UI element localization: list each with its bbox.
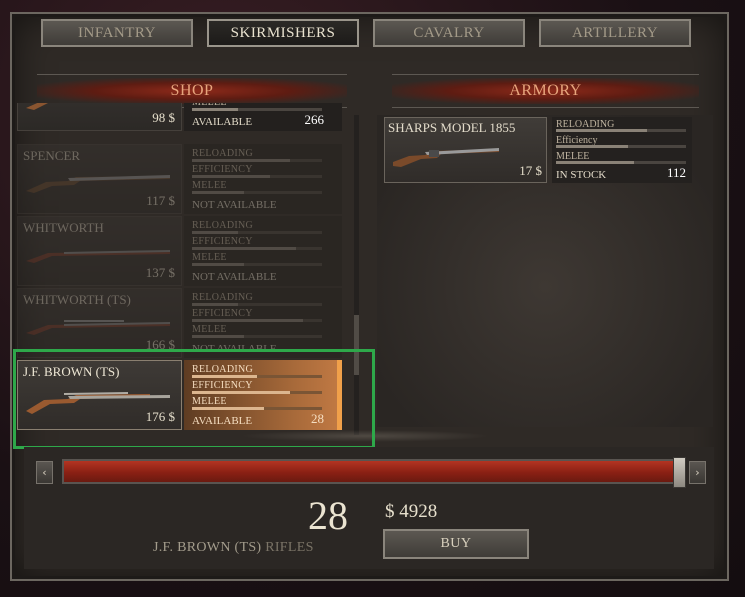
reloading-bar (192, 159, 322, 162)
shop-item-price: 117 $ (146, 193, 175, 208)
available-qty: 266 (304, 112, 325, 127)
quantity-slider[interactable] (62, 459, 680, 484)
melee-label: MELEE (192, 324, 227, 335)
selection-highlight-box (13, 349, 375, 449)
efficiency-bar (192, 247, 322, 250)
shop-item-price: 137 $ (145, 265, 175, 280)
efficiency-bar (192, 319, 322, 322)
armory-item[interactable]: SHARPS MODEL 1855 17 $ RELOADING Efficie… (384, 117, 698, 183)
shop-item-stats: RELOADING EFFICIENCY MELEE NOT AVAILABLE (184, 216, 342, 286)
shop-item-stats: RELOADING EFFICIENCY MELEE AVAILABLE 266 (184, 103, 342, 131)
availability-label: NOT AVAILABLE (192, 199, 277, 211)
melee-bar (192, 191, 322, 194)
shop-row[interactable]: WHITWORTH 137 $ RELOADING EFFICIENCY MEL… (17, 216, 350, 286)
shop-item-name: WHITWORTH (23, 220, 104, 235)
shop-item-card[interactable]: 98 $ (17, 103, 182, 131)
purchase-weapon-name: J.F. BROWN (TS) (153, 540, 262, 555)
melee-bar (192, 108, 322, 111)
melee-label: MELEE (192, 252, 227, 263)
armory-item-qty: 112 (666, 165, 686, 180)
shop-item-name: SPENCER (23, 148, 81, 163)
shop-item-price: 98 $ (152, 110, 175, 125)
purchase-weapon-suffix: RIFLES (265, 540, 314, 555)
efficiency-label: EFFICIENCY (192, 164, 253, 175)
armory-melee-bar (556, 161, 686, 164)
armory-item-stats: RELOADING Efficiency MELEE IN STOCK 112 (552, 117, 692, 183)
purchase-weapon-label: J.F. BROWN (TS) RIFLES (153, 540, 314, 556)
purchase-total: $ 4928 (385, 501, 438, 522)
melee-bar (192, 263, 322, 266)
tab-cavalry[interactable]: CAVALRY (373, 19, 525, 47)
shop-item-card[interactable]: WHITWORTH (TS) 166 $ (17, 288, 182, 358)
increase-arrow-icon[interactable]: › (689, 461, 706, 484)
buy-button[interactable]: BUY (383, 529, 529, 559)
shop-row[interactable]: SPENCER 117 $ RELOADING EFFICIENCY MELEE… (17, 144, 350, 214)
shop-header: SHOP (37, 78, 347, 104)
whitworth-ts-rifle-icon (26, 320, 170, 335)
spencer-rifle-icon (26, 175, 170, 193)
reloading-label: RELOADING (192, 148, 254, 159)
armory-header: ARMORY (392, 78, 699, 104)
melee-label: MELEE (192, 180, 227, 191)
whitworth-rifle-icon (26, 250, 170, 263)
armory-item-name: SHARPS MODEL 1855 (388, 120, 516, 135)
reloading-bar (192, 231, 322, 234)
armory-divider-bottom (392, 107, 699, 108)
armory-divider-top (392, 74, 699, 75)
game-shop-screen: INFANTRY SKIRMISHERS CAVALRY ARTILLERY S… (0, 0, 745, 597)
quantity-slider-handle[interactable] (673, 457, 686, 488)
availability-label: NOT AVAILABLE (192, 271, 277, 283)
efficiency-bar (192, 175, 322, 178)
reloading-label: RELOADING (192, 292, 254, 303)
rifle-icon (26, 103, 48, 110)
shop-item-name: WHITWORTH (TS) (23, 292, 131, 307)
shop-row[interactable]: WHITWORTH (TS) 166 $ RELOADING EFFICIENC… (17, 288, 350, 358)
armory-item-status: IN STOCK (556, 169, 607, 181)
efficiency-label: EFFICIENCY (192, 308, 253, 319)
armory-item-card[interactable]: SHARPS MODEL 1855 17 $ (384, 117, 547, 183)
shop-item-stats: RELOADING EFFICIENCY MELEE NOT AVAILABLE (184, 288, 342, 358)
armory-reloading-bar (556, 129, 686, 132)
shop-item-stats: RELOADING EFFICIENCY MELEE NOT AVAILABLE (184, 144, 342, 214)
shop-divider-top (37, 74, 347, 75)
tab-artillery[interactable]: ARTILLERY (539, 19, 691, 47)
melee-bar (192, 335, 322, 338)
tab-infantry[interactable]: INFANTRY (41, 19, 193, 47)
availability-label: AVAILABLE (192, 116, 253, 128)
purchase-quantity: 28 (308, 493, 348, 538)
reloading-bar (192, 303, 322, 306)
tab-skirmishers[interactable]: SKIRMISHERS (207, 19, 359, 47)
sharps-rifle-icon (393, 148, 499, 167)
shop-row[interactable]: 98 $ RELOADING EFFICIENCY MELEE AVAILABL… (17, 103, 350, 131)
armory-item-price: 17 $ (519, 163, 542, 178)
efficiency-label: EFFICIENCY (192, 236, 253, 247)
decrease-arrow-icon[interactable]: ‹ (36, 461, 53, 484)
armory-efficiency-bar (556, 145, 686, 148)
reloading-label: RELOADING (192, 220, 254, 231)
shop-item-card[interactable]: WHITWORTH 137 $ (17, 216, 182, 286)
shop-item-card[interactable]: SPENCER 117 $ (17, 144, 182, 214)
